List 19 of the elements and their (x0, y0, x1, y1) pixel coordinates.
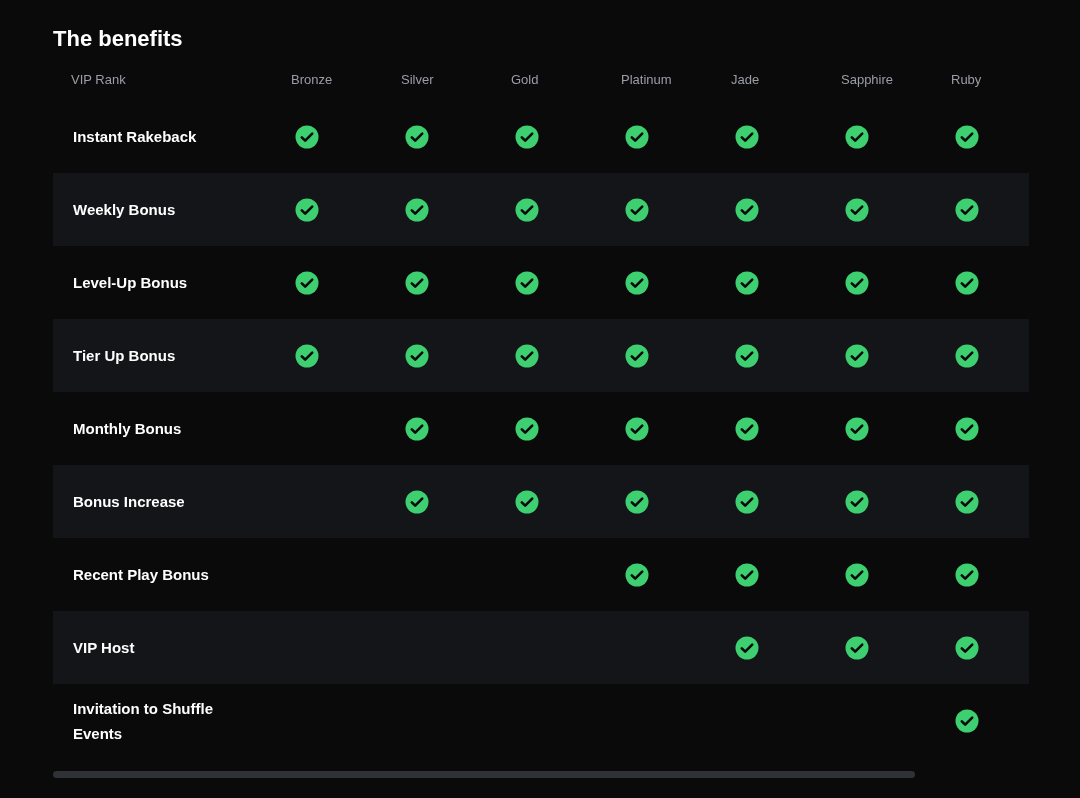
benefit-label: Invitation to Shuffle Events (72, 698, 214, 744)
column-header: Bronze (291, 71, 334, 90)
benefit-label: Tier Up Bonus (72, 346, 177, 366)
benefit-label: Level-Up Bonus (72, 273, 189, 293)
benefit-label: Monthly Bonus (72, 419, 183, 439)
column-header: Silver (401, 71, 435, 90)
column-header: Sapphire (841, 71, 895, 90)
benefit-label: Recent Play Bonus (72, 565, 210, 585)
benefit-label: VIP Host (72, 638, 136, 658)
benefit-label: Weekly Bonus (72, 200, 177, 220)
column-header: Ruby (951, 71, 983, 90)
benefit-label: Bonus Increase (72, 492, 186, 512)
column-header: Jade (731, 71, 761, 90)
scrollbar-thumb[interactable] (53, 771, 915, 778)
column-header: VIP Rank (70, 71, 127, 90)
column-header: Gold (511, 71, 540, 90)
column-header: Platinum (621, 71, 673, 90)
benefit-label: Instant Rakeback (72, 127, 198, 147)
section-title: The benefits (53, 25, 184, 53)
